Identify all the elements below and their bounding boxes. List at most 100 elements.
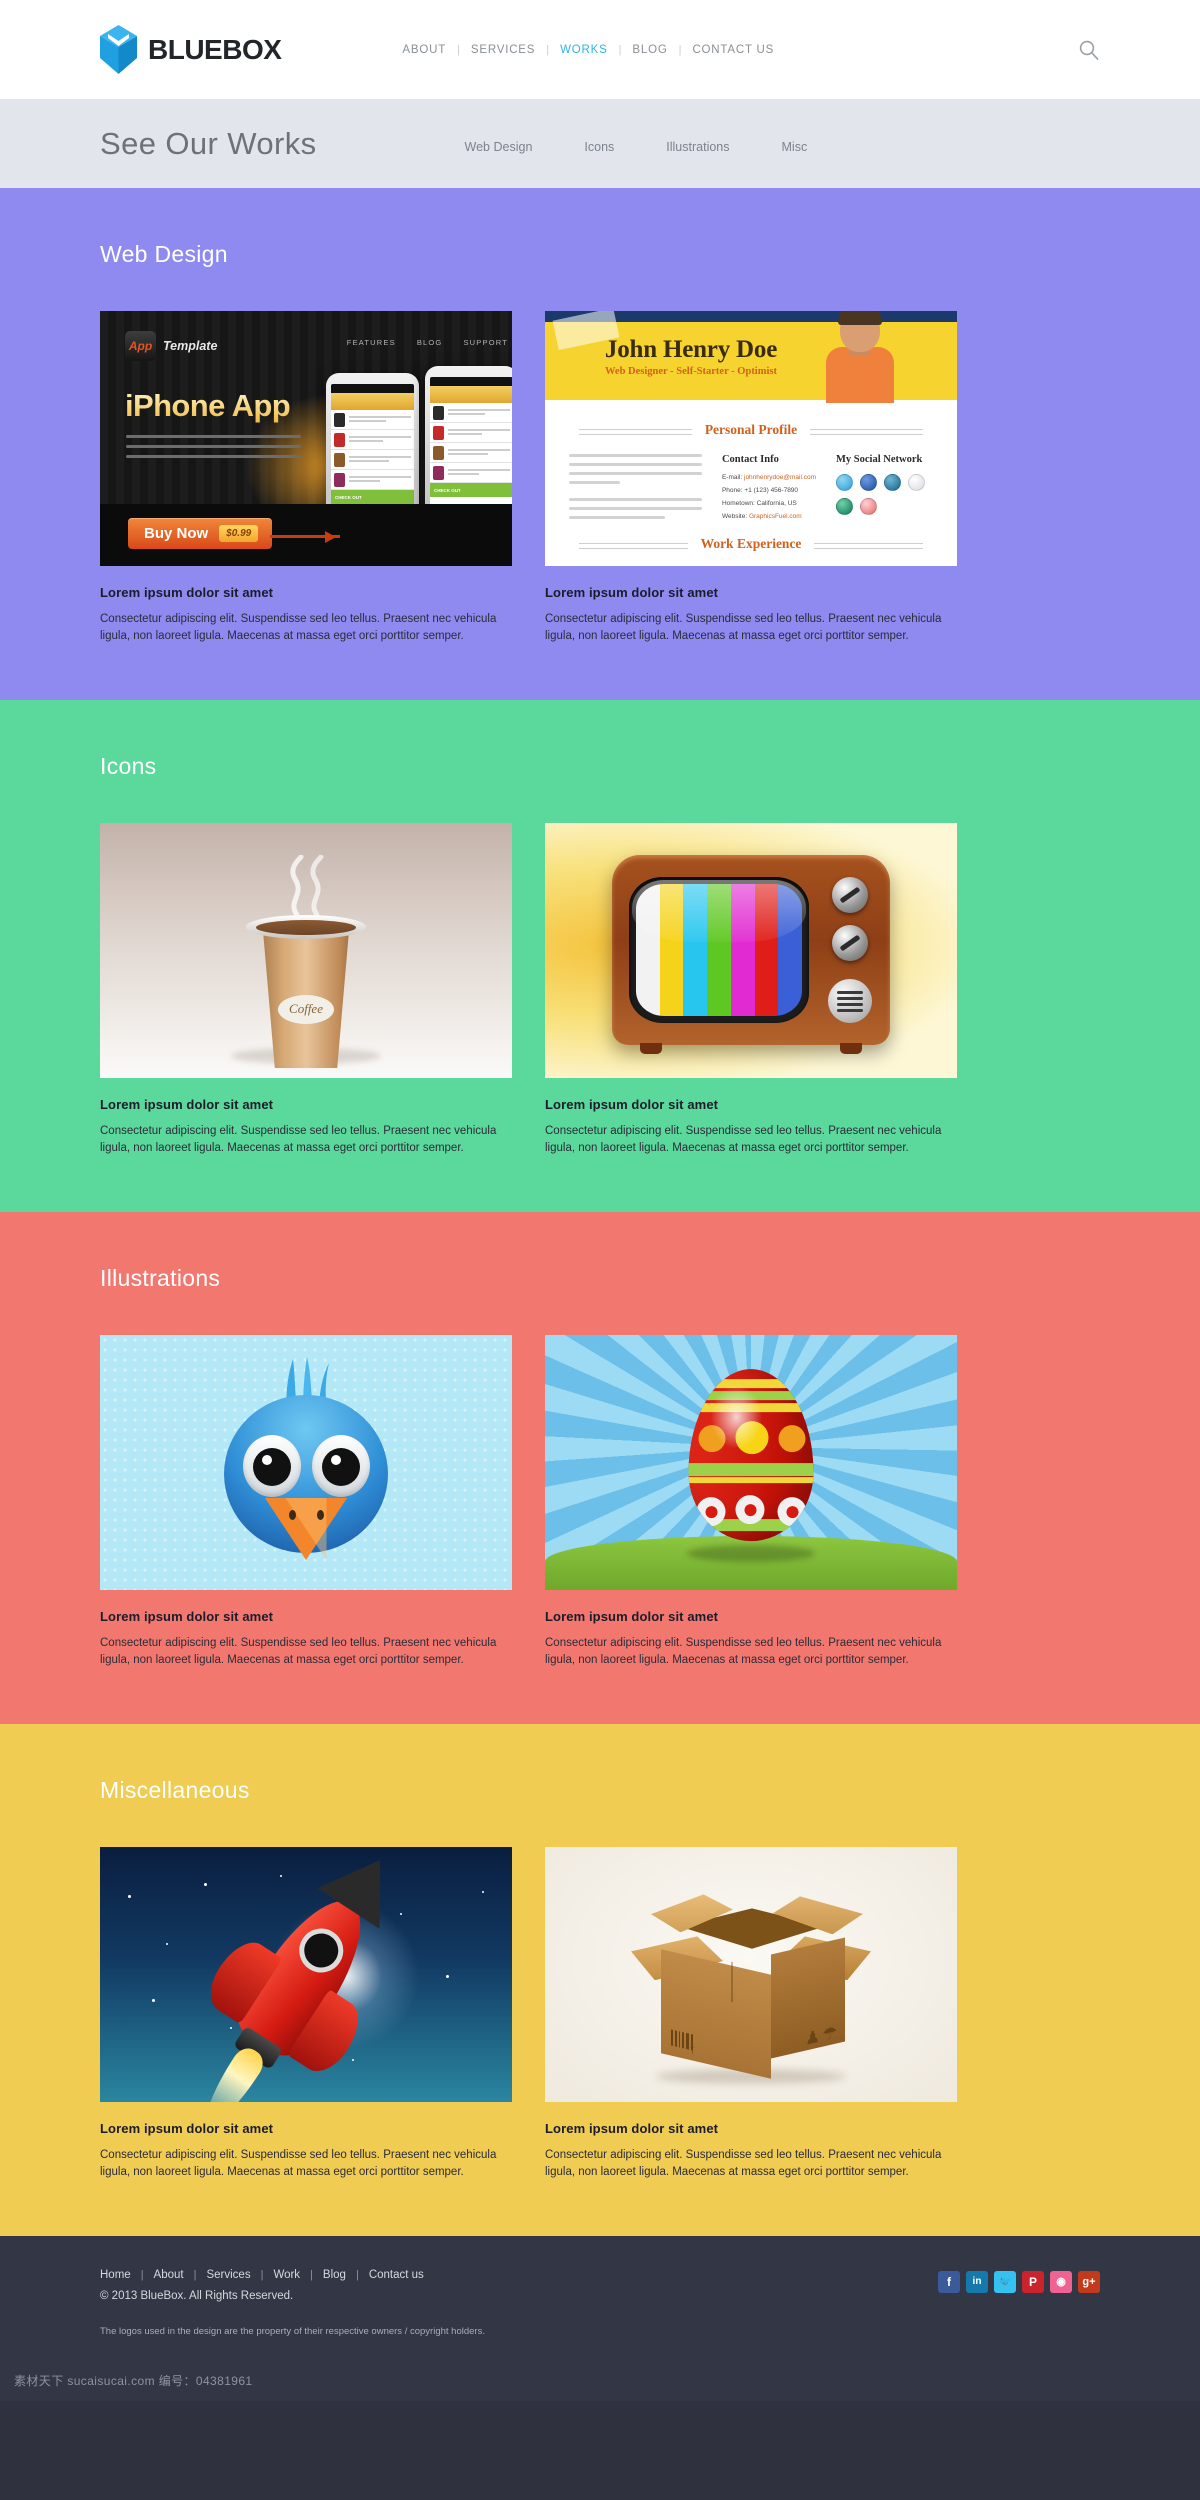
nav-item-works[interactable]: WORKS xyxy=(549,44,618,56)
linkedin-icon[interactable]: in xyxy=(966,2270,988,2293)
card-description: Consectetur adipiscing elit. Suspendisse… xyxy=(100,2148,497,2179)
footer-separator: | xyxy=(193,2268,197,2281)
footer-link-home[interactable]: Home xyxy=(100,2269,131,2281)
site-footer: Home | About | Services | Work | Blog | … xyxy=(0,2235,1200,2365)
coffee-liquid xyxy=(256,919,356,935)
thumbnail-cardboard-box[interactable]: ↑ ♟☂ xyxy=(545,1846,957,2102)
nav-item-about[interactable]: ABOUT xyxy=(391,44,457,56)
card-title: Lorem ipsum dolor sit amet xyxy=(545,1096,719,1112)
thumbnail-blue-bird[interactable] xyxy=(100,1334,512,1590)
nav-item-contact-us[interactable]: CONTACT US xyxy=(681,44,785,56)
thumbnail-rocket[interactable] xyxy=(100,1846,512,2102)
arrow-icon xyxy=(270,531,340,543)
twitter-icon xyxy=(836,474,853,491)
footer-nav[interactable]: Home | About | Services | Work | Blog | … xyxy=(100,2269,485,2281)
section-title: Web Design xyxy=(100,241,228,267)
cv-hometown: Hometown: California, US xyxy=(721,500,797,507)
app-template-word: Template xyxy=(163,339,218,353)
work-card[interactable]: John Henry Doe Web Designer - Self-Start… xyxy=(545,311,957,646)
cv-contact-heading: Contact Info xyxy=(721,454,779,465)
thumbnail-coffee-cup[interactable]: Coffee xyxy=(100,822,512,1078)
work-card[interactable]: Lorem ipsum dolor sit amet Consectetur a… xyxy=(100,1846,512,2182)
dribbble-icon[interactable]: ◉ xyxy=(1050,2270,1072,2293)
filter-web-design[interactable]: Web Design xyxy=(439,140,559,154)
work-card[interactable]: Lorem ipsum dolor sit amet Consectetur a… xyxy=(545,1334,957,1670)
bird-eye-right xyxy=(312,1434,370,1497)
tv-knob-lower xyxy=(832,925,868,962)
section-web-design: Web Design App Template FEATURES BLOG SU… xyxy=(0,188,1200,700)
rocket-flame xyxy=(197,2043,269,2102)
work-card[interactable]: Coffee Lorem ipsum dolor sit amet Consec… xyxy=(100,822,512,1158)
footer-link-blog[interactable]: Blog xyxy=(323,2269,346,2281)
card-title: Lorem ipsum dolor sit amet xyxy=(100,585,274,600)
card-description: Consectetur adipiscing elit. Suspendisse… xyxy=(100,613,497,643)
card-title: Lorem ipsum dolor sit amet xyxy=(545,1608,719,1624)
cv-website: Website: GraphicsFuel.com xyxy=(721,513,802,520)
rocket-nose-cone xyxy=(317,1846,412,1930)
section-title: Icons xyxy=(100,752,157,779)
footer-link-services[interactable]: Services xyxy=(206,2269,250,2281)
card-description: Consectetur adipiscing elit. Suspendisse… xyxy=(545,1124,942,1155)
social-links[interactable]: f in 🐦 P ◉ g+ xyxy=(938,2269,1100,2293)
thumbnail-resume-cv[interactable]: John Henry Doe Web Designer - Self-Start… xyxy=(545,311,957,566)
card-title: Lorem ipsum dolor sit amet xyxy=(100,1608,274,1624)
card-title: Lorem ipsum dolor sit amet xyxy=(100,2120,274,2136)
flickr-icon xyxy=(908,474,925,491)
nav-item-blog[interactable]: BLOG xyxy=(621,44,678,56)
work-card[interactable]: Lorem ipsum dolor sit amet Consectetur a… xyxy=(545,822,957,1158)
filter-misc[interactable]: Misc xyxy=(756,140,834,154)
promo-headline: iPhone App xyxy=(125,388,291,423)
card-description: Consectetur adipiscing elit. Suspendisse… xyxy=(545,1636,942,1667)
youtube-icon xyxy=(860,498,877,515)
cv-social-heading: My Social Network xyxy=(836,454,923,465)
thumbnail-iphone-app[interactable]: App Template FEATURES BLOG SUPPORT iPhon… xyxy=(100,311,512,566)
nav-item-services[interactable]: SERVICES xyxy=(460,44,546,56)
buy-now-label: Buy Now xyxy=(144,525,209,542)
footer-link-work[interactable]: Work xyxy=(273,2269,300,2281)
card-description: Consectetur adipiscing elit. Suspendisse… xyxy=(545,2148,942,2179)
card-description: Consectetur adipiscing elit. Suspendisse… xyxy=(100,1124,497,1155)
cardboard-box: ↑ ♟☂ xyxy=(627,1884,875,2080)
footer-link-contact-us[interactable]: Contact us xyxy=(369,2269,424,2281)
pinterest-icon[interactable]: P xyxy=(1022,2270,1044,2293)
filter-icons[interactable]: Icons xyxy=(558,140,640,154)
facebook-icon[interactable]: f xyxy=(938,2270,960,2293)
steam-icon xyxy=(271,854,341,922)
works-filter-nav[interactable]: Web Design Icons Illustrations Misc xyxy=(439,134,834,154)
work-card[interactable]: App Template FEATURES BLOG SUPPORT iPhon… xyxy=(100,311,512,646)
page-title-bar: See Our Works Web Design Icons Illustrat… xyxy=(0,99,1200,188)
thumbnail-retro-tv[interactable] xyxy=(545,822,957,1078)
footer-separator: | xyxy=(140,2268,144,2281)
twitter-icon[interactable]: 🐦 xyxy=(994,2270,1016,2293)
cv-portrait-photo xyxy=(823,311,897,403)
footer-separator: | xyxy=(355,2268,359,2281)
filter-illustrations[interactable]: Illustrations xyxy=(640,140,755,154)
cv-email: E-mail: johnhenrydoe@mail.com xyxy=(721,474,816,481)
promo-body-lines xyxy=(126,435,301,465)
work-card[interactable]: ↑ ♟☂ Lorem ipsum dolor sit amet Consecte… xyxy=(545,1846,957,2182)
works-page: BLUEBOX ABOUT | SERVICES | WORKS | BLOG … xyxy=(0,0,1200,2401)
cv-phone: Phone: +1 (123) 456-7890 xyxy=(721,487,799,494)
tv-knob-upper xyxy=(832,877,868,914)
section-illustrations: Illustrations Lorem ipsum dolor sit amet… xyxy=(0,1211,1200,1724)
coffee-label: Coffee xyxy=(278,994,334,1024)
checkout-button: CHECK OUT xyxy=(430,483,512,497)
page-title: See Our Works xyxy=(100,125,317,161)
footer-link-about[interactable]: About xyxy=(154,2269,184,2281)
promo-nav-blog: BLOG xyxy=(416,338,443,347)
section-icons: Icons Coffee Lorem ipsum dolor sit amet … xyxy=(0,699,1200,1212)
price-tag: $0.99 xyxy=(219,525,259,542)
footer-note: The logos used in the design are the pro… xyxy=(100,2325,485,2337)
googleplus-icon[interactable]: g+ xyxy=(1078,2270,1100,2293)
main-nav[interactable]: ABOUT | SERVICES | WORKS | BLOG | CONTAC… xyxy=(391,44,785,56)
footer-separator: | xyxy=(260,2268,264,2281)
tv-speaker xyxy=(828,979,872,1024)
search-icon[interactable] xyxy=(1078,39,1100,61)
thumbnail-easter-egg[interactable] xyxy=(545,1334,957,1590)
footer-separator: | xyxy=(310,2268,313,2281)
linkedin-icon xyxy=(884,474,901,491)
logo[interactable]: BLUEBOX xyxy=(100,25,282,74)
facebook-icon xyxy=(860,474,877,491)
box-front-panel xyxy=(661,1949,771,2080)
work-card[interactable]: Lorem ipsum dolor sit amet Consectetur a… xyxy=(100,1334,512,1670)
